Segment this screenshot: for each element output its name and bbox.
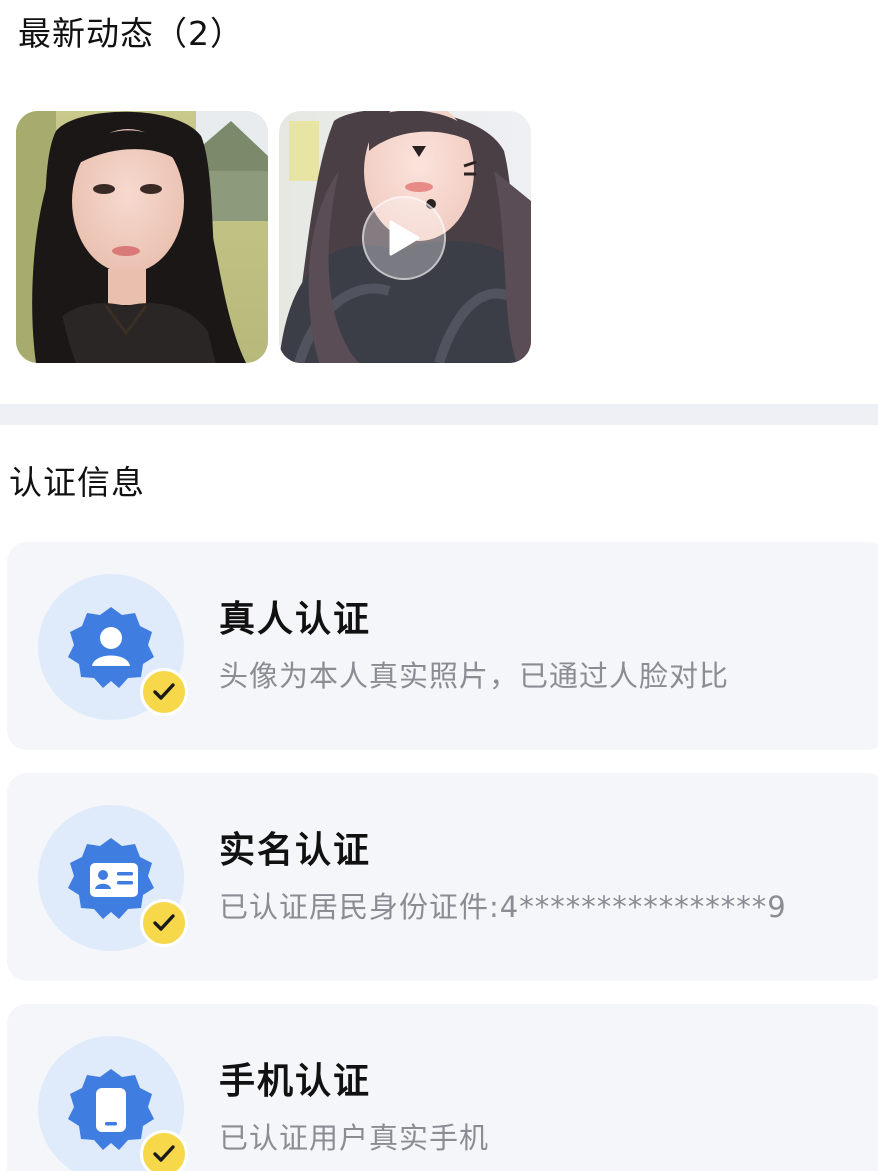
photo-image [16,111,268,363]
moments-thumbnails [16,111,531,363]
moment-photo-thumbnail[interactable] [16,111,268,363]
moment-video-thumbnail[interactable] [279,111,531,363]
play-icon [389,220,420,256]
play-button[interactable] [362,196,446,280]
verified-badge [140,899,188,947]
card-description: 头像为本人真实照片，已通过人脸对比 [219,659,730,693]
verify-card-real-name[interactable]: 实名认证 已认证居民身份证件:4****************9 [7,773,878,981]
check-icon [153,914,175,931]
verified-badge [140,668,188,716]
card-title: 实名认证 [219,830,372,871]
check-icon [153,683,175,700]
section-divider [0,404,878,425]
check-icon [153,1145,175,1162]
card-description: 已认证用户真实手机 [219,1121,490,1155]
card-title: 手机认证 [219,1061,372,1102]
verification-section: 认证信息 真人认证 头像为本人真实照片，已通过人脸对比 实名认证 已认证居民身份… [0,425,878,1171]
card-description: 已认证居民身份证件:4****************9 [219,890,787,924]
card-title: 真人认证 [219,599,372,640]
verify-card-phone[interactable]: 手机认证 已认证用户真实手机 [7,1004,878,1171]
verified-badge [140,1130,188,1171]
verify-card-real-person[interactable]: 真人认证 头像为本人真实照片，已通过人脸对比 [7,542,878,750]
moments-section: 最新动态（2） [0,0,878,404]
moments-title: 最新动态（2） [18,14,244,53]
verification-title: 认证信息 [9,463,145,502]
profile-page: 最新动态（2） 认证信息 真人认证 头像为本人真实照片，已通过人脸对比 实名认证… [0,0,878,1171]
